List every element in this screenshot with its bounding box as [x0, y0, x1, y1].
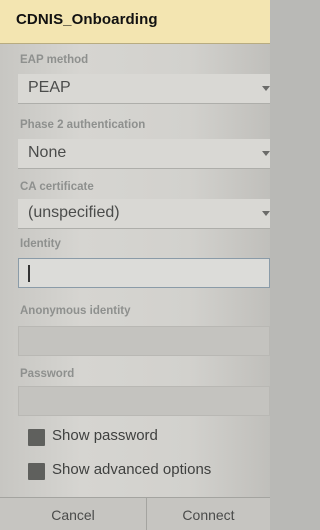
dropdown-arrow-icon	[262, 211, 270, 216]
password-label: Password	[20, 368, 75, 380]
wifi-config-dialog: CDNIS_Onboarding EAP method PEAP Phase 2…	[0, 0, 270, 530]
show-password-label: Show password	[52, 427, 158, 444]
text-cursor	[28, 265, 30, 282]
ca-certificate-dropdown[interactable]: (unspecified)	[18, 199, 270, 229]
phase2-auth-label: Phase 2 authentication	[20, 119, 146, 131]
ca-certificate-value: (unspecified)	[28, 204, 120, 221]
connect-button[interactable]: Connect	[147, 498, 270, 530]
phase2-auth-value: None	[28, 144, 67, 161]
identity-input[interactable]	[18, 258, 270, 288]
show-advanced-checkbox[interactable]	[28, 463, 45, 480]
show-password-checkbox[interactable]	[28, 429, 45, 446]
eap-method-label: EAP method	[20, 54, 89, 66]
dropdown-arrow-icon	[262, 86, 270, 91]
identity-label: Identity	[20, 238, 61, 250]
anonymous-identity-label: Anonymous identity	[20, 305, 131, 317]
eap-method-value: PEAP	[28, 79, 71, 96]
dialog-title: CDNIS_Onboarding	[16, 11, 158, 28]
phase2-auth-dropdown[interactable]: None	[18, 139, 270, 169]
dialog-button-bar: Cancel Connect	[0, 497, 270, 530]
cancel-button[interactable]: Cancel	[0, 498, 147, 530]
eap-method-dropdown[interactable]: PEAP	[18, 74, 270, 104]
anonymous-identity-input[interactable]	[18, 326, 270, 356]
dropdown-arrow-icon	[262, 151, 270, 156]
dialog-title-bar: CDNIS_Onboarding	[0, 0, 270, 44]
show-advanced-label: Show advanced options	[52, 461, 212, 478]
password-input[interactable]	[18, 386, 270, 416]
ca-certificate-label: CA certificate	[20, 181, 94, 193]
